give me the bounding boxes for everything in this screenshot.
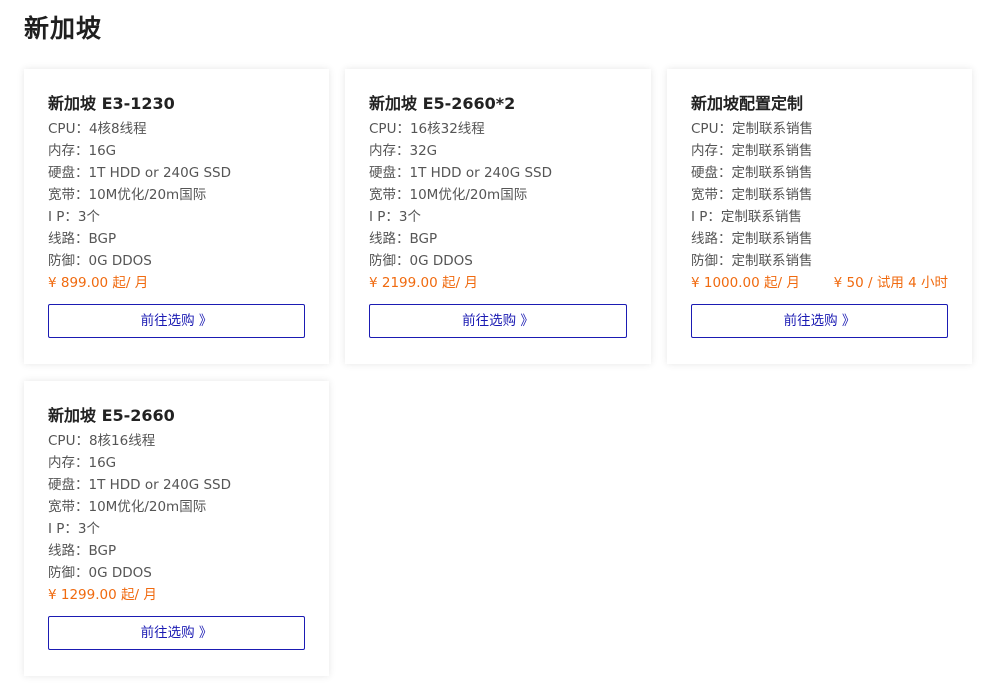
- price-label: ¥ 1000.00 起/ 月: [691, 275, 800, 291]
- spec-memory: 内存：定制联系销售: [691, 143, 813, 159]
- buy-button[interactable]: 前往选购 》: [48, 304, 305, 338]
- spec-ip: I P：定制联系销售: [691, 209, 802, 225]
- spec-cpu: CPU：16核32线程: [369, 121, 485, 137]
- price-row: ¥ 1000.00 起/ 月 ¥ 50 / 试用 4 小时: [691, 272, 948, 294]
- spec-cpu: CPU：4核8线程: [48, 121, 147, 137]
- product-title: 新加坡 E5-2660*2: [369, 94, 516, 113]
- spec-disk: 硬盘：1T HDD or 240G SSD: [369, 165, 553, 181]
- spec-line: 线路：定制联系销售: [691, 231, 813, 247]
- buy-button[interactable]: 前往选购 》: [691, 304, 948, 338]
- spec-disk: 硬盘：1T HDD or 240G SSD: [48, 165, 232, 181]
- spec-memory: 内存：32G: [369, 143, 438, 159]
- price-row: ¥ 899.00 起/ 月: [48, 272, 305, 294]
- spec-bandwidth: 宽带：10M优化/20m国际: [48, 499, 207, 515]
- buy-button[interactable]: 前往选购 》: [369, 304, 627, 338]
- spec-cpu: CPU：定制联系销售: [691, 121, 813, 137]
- price-row: ¥ 1299.00 起/ 月: [48, 584, 305, 606]
- product-grid: 新加坡 E3-1230 CPU：4核8线程 内存：16G 硬盘：1T HDD o…: [24, 69, 972, 676]
- price-label: ¥ 1299.00 起/ 月: [48, 587, 157, 603]
- product-title: 新加坡配置定制: [691, 94, 804, 113]
- spec-defense: 防御：0G DDOS: [369, 253, 473, 269]
- spec-defense: 防御：0G DDOS: [48, 253, 152, 269]
- spec-ip: I P：3个: [369, 209, 422, 225]
- spec-defense: 防御：定制联系销售: [691, 253, 813, 269]
- spec-cpu: CPU：8核16线程: [48, 433, 156, 449]
- spec-bandwidth: 宽带：定制联系销售: [691, 187, 813, 203]
- spec-list: CPU：4核8线程 内存：16G 硬盘：1T HDD or 240G SSD 宽…: [48, 118, 305, 272]
- product-title: 新加坡 E5-2660: [48, 406, 175, 425]
- spec-ip: I P：3个: [48, 209, 101, 225]
- trial-price-label: ¥ 50 / 试用 4 小时: [833, 275, 948, 291]
- spec-disk: 硬盘：1T HDD or 240G SSD: [48, 477, 232, 493]
- spec-bandwidth: 宽带：10M优化/20m国际: [369, 187, 528, 203]
- product-card: 新加坡 E5-2660 CPU：8核16线程 内存：16G 硬盘：1T HDD …: [24, 381, 329, 676]
- product-card: 新加坡 E5-2660*2 CPU：16核32线程 内存：32G 硬盘：1T H…: [345, 69, 651, 364]
- spec-ip: I P：3个: [48, 521, 101, 537]
- product-card: 新加坡配置定制 CPU：定制联系销售 内存：定制联系销售 硬盘：定制联系销售 宽…: [667, 69, 972, 364]
- spec-list: CPU：8核16线程 内存：16G 硬盘：1T HDD or 240G SSD …: [48, 430, 305, 584]
- spec-disk: 硬盘：定制联系销售: [691, 165, 813, 181]
- price-label: ¥ 899.00 起/ 月: [48, 275, 149, 291]
- price-row: ¥ 2199.00 起/ 月: [369, 272, 627, 294]
- spec-list: CPU：16核32线程 内存：32G 硬盘：1T HDD or 240G SSD…: [369, 118, 627, 272]
- spec-memory: 内存：16G: [48, 455, 117, 471]
- product-title: 新加坡 E3-1230: [48, 94, 175, 113]
- spec-memory: 内存：16G: [48, 143, 117, 159]
- spec-line: 线路：BGP: [369, 231, 438, 247]
- product-card: 新加坡 E3-1230 CPU：4核8线程 内存：16G 硬盘：1T HDD o…: [24, 69, 329, 364]
- buy-button[interactable]: 前往选购 》: [48, 616, 305, 650]
- spec-line: 线路：BGP: [48, 543, 117, 559]
- spec-line: 线路：BGP: [48, 231, 117, 247]
- page-title: 新加坡: [24, 14, 103, 43]
- price-label: ¥ 2199.00 起/ 月: [369, 275, 478, 291]
- spec-bandwidth: 宽带：10M优化/20m国际: [48, 187, 207, 203]
- spec-defense: 防御：0G DDOS: [48, 565, 152, 581]
- spec-list: CPU：定制联系销售 内存：定制联系销售 硬盘：定制联系销售 宽带：定制联系销售…: [691, 118, 948, 272]
